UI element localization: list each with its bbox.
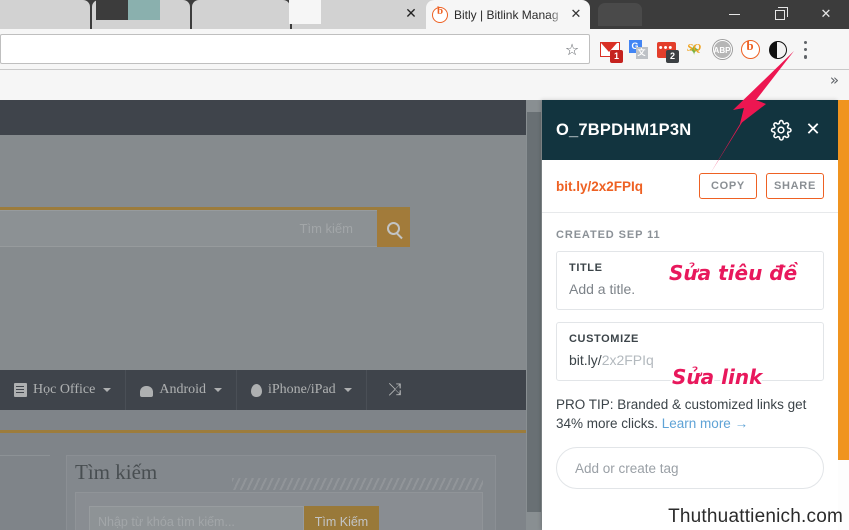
apple-icon xyxy=(251,383,262,397)
short-link-text[interactable]: bit.ly/2x2FPIq xyxy=(556,179,690,194)
annotation-edit-title: Sửa tiêu đề xyxy=(669,261,798,285)
active-tab[interactable]: Bitly | Bitlink Manag ✕ xyxy=(426,0,590,29)
tag-input[interactable]: Add or create tag xyxy=(556,447,824,490)
chevron-down-icon xyxy=(214,388,222,392)
background-tab-3[interactable] xyxy=(192,0,290,29)
address-bar[interactable]: ☆ xyxy=(0,34,590,64)
tab-thumbnail-teal xyxy=(128,0,160,20)
gmail-badge: 1 xyxy=(610,50,623,63)
watermark: Thuthuattienich.com xyxy=(668,506,843,527)
customize-field-label: CUSTOMIZE xyxy=(569,333,639,345)
popup-scrollbar-thumb[interactable] xyxy=(838,100,849,460)
search-heading: Tìm kiếm xyxy=(75,460,158,484)
google-translate-extension-icon[interactable]: G 文 xyxy=(624,29,652,70)
heading-decoration xyxy=(232,478,483,490)
annotation-arrow-icon xyxy=(710,51,794,174)
nav-label: Học Office xyxy=(33,382,96,397)
background-tab-close-icon[interactable]: ✕ xyxy=(402,5,420,23)
tab-thumbnail-white xyxy=(289,0,321,24)
tab-thumbnail-dark xyxy=(96,0,128,20)
android-icon xyxy=(140,385,154,397)
site-body: ất, Tìm kiếm Nhập từ khóa tìm kiếm... Tì… xyxy=(0,433,542,530)
window-controls: ✕ xyxy=(711,0,849,29)
created-date: CREATED SEP 11 xyxy=(556,229,661,241)
nav-label: Android xyxy=(159,382,206,397)
page-scrollbar-thumb[interactable] xyxy=(527,112,541,512)
sidebar-divider xyxy=(0,455,50,456)
tab-strip: ✕ Bitly | Bitlink Manag ✕ ✕ xyxy=(0,0,849,29)
browser-menu-button[interactable] xyxy=(792,29,820,70)
chat-extension-icon[interactable]: ••• 2 xyxy=(652,29,680,70)
site-hero: Tìm kiếm xyxy=(0,135,542,370)
nav-item-android[interactable]: Android xyxy=(126,370,237,410)
translate-glyph-secondary: 文 xyxy=(635,47,648,59)
search-button[interactable]: Tìm Kiếm xyxy=(304,506,379,530)
search-panel: Nhập từ khóa tìm kiếm... Tìm Kiếm xyxy=(75,492,483,530)
hero-search-button[interactable] xyxy=(377,210,410,247)
customize-domain: bit.ly/ xyxy=(569,352,602,368)
site-topbar xyxy=(0,100,542,135)
chevron-down-icon xyxy=(343,388,352,392)
nav-label: iPhone/iPad xyxy=(268,382,336,397)
chevron-down-icon xyxy=(103,388,112,392)
active-tab-close-icon[interactable]: ✕ xyxy=(568,7,584,22)
bitly-favicon-icon xyxy=(432,5,448,23)
pro-tip: PRO TIP: Branded & customized links get … xyxy=(542,393,838,433)
nav-item-hoc-office[interactable]: Học Office xyxy=(0,370,127,410)
hero-search-placeholder: Tìm kiếm xyxy=(299,221,353,236)
site-navbar: Học Office Android iPhone/iPad ⤨ xyxy=(0,370,542,410)
search-icon xyxy=(387,222,400,235)
background-tab-1[interactable] xyxy=(0,0,90,29)
bookmarks-overflow-icon[interactable]: » xyxy=(830,71,839,89)
minimize-button[interactable] xyxy=(711,0,757,29)
nav-item-iphone-ipad[interactable]: iPhone/iPad xyxy=(237,370,367,410)
chat-badge: 2 xyxy=(666,50,679,63)
customize-slug: 2x2FPIq xyxy=(601,352,654,368)
search-input[interactable]: Nhập từ khóa tìm kiếm... xyxy=(89,506,304,530)
new-tab-button[interactable] xyxy=(598,3,642,26)
shuffle-icon[interactable]: ⤨ xyxy=(367,370,423,410)
browser-window: ✕ Bitly | Bitlink Manag ✕ ✕ ☆ 1 G 文 xyxy=(0,0,849,530)
document-icon xyxy=(14,383,27,397)
maximize-button[interactable] xyxy=(757,0,803,29)
popup-close-icon[interactable]: ✕ xyxy=(802,119,824,141)
active-tab-title: Bitly | Bitlink Manag xyxy=(454,7,559,22)
annotation-edit-link: Sửa link xyxy=(672,365,763,389)
search-widget: Tìm kiếm Nhập từ khóa tìm kiếm... Tìm Ki… xyxy=(66,455,496,530)
hero-search-input[interactable]: Tìm kiếm xyxy=(0,210,410,247)
gmail-extension-icon[interactable]: 1 xyxy=(596,29,624,70)
bookmark-star-icon[interactable]: ☆ xyxy=(563,41,581,59)
learn-more-link[interactable]: Learn more → xyxy=(662,416,748,431)
close-window-button[interactable]: ✕ xyxy=(803,0,849,29)
